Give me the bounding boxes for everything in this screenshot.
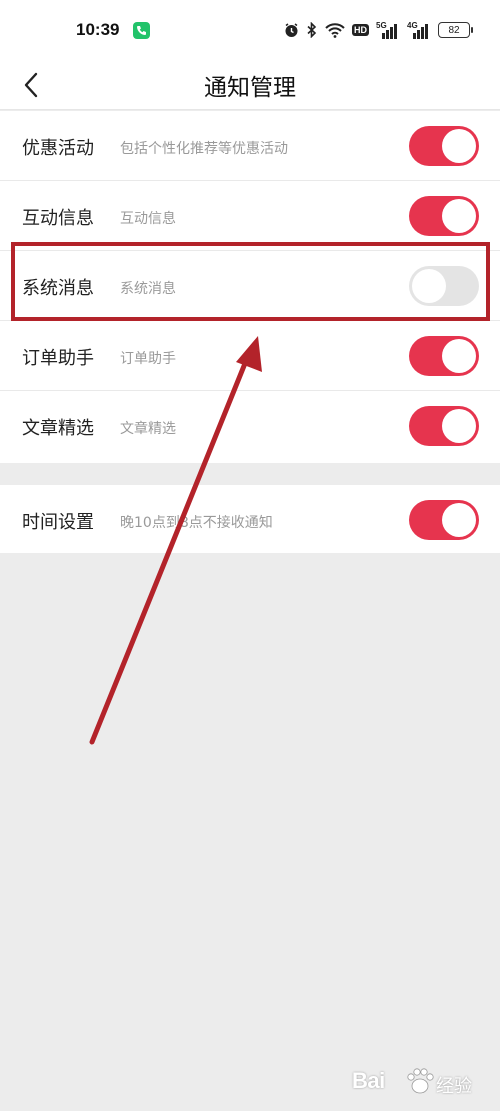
watermark-suffix: 经验 bbox=[436, 1076, 472, 1097]
paw-logo-icon bbox=[407, 1068, 434, 1094]
baidu-jingyan-watermark: Bai 经验 bbox=[352, 1062, 482, 1102]
annotation-arrow bbox=[89, 336, 262, 745]
watermark-brand: Bai bbox=[352, 1068, 385, 1093]
